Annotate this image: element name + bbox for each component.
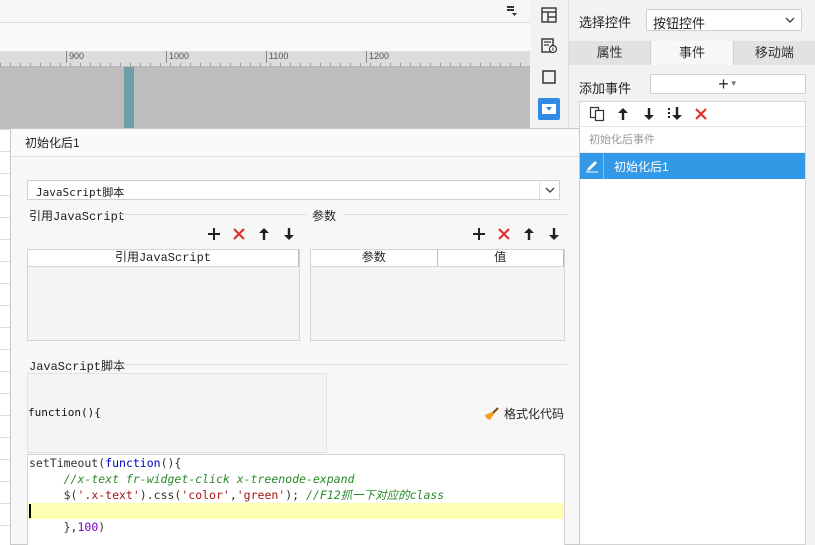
chevron-down-icon: [539, 181, 559, 199]
ref-js-table: 引用JavaScript: [27, 249, 300, 341]
event-editor-dialog: 初始化后1 JavaScript脚本 引用JavaScript 引用JavaSc…: [10, 128, 580, 545]
ruler-tick-label: 1200: [366, 51, 389, 63]
script-type-select[interactable]: JavaScript脚本: [27, 180, 560, 200]
arrow-up-icon: [524, 228, 534, 240]
ref-js-up-button[interactable]: [255, 225, 273, 243]
add-event-label: 添加事件: [579, 81, 632, 96]
panel-tabs: 属性 事件 移动端: [569, 41, 815, 65]
add-ref-js-button[interactable]: [205, 225, 223, 243]
vertical-toolbar: [530, 0, 568, 130]
tab-properties[interactable]: 属性: [569, 41, 652, 65]
broom-icon: [485, 406, 499, 420]
delete-button[interactable]: [690, 103, 712, 125]
script-type-value: JavaScript脚本: [36, 186, 125, 199]
layout-button[interactable]: [538, 4, 560, 26]
value-column-header[interactable]: 值: [438, 250, 564, 266]
ref-js-section-title: 引用JavaScript: [29, 210, 126, 224]
divider: [343, 214, 567, 215]
arrow-up-icon: [259, 228, 269, 240]
widget-select-value: 按钮控件: [653, 16, 706, 31]
ref-js-table-header: 引用JavaScript: [28, 250, 299, 267]
dropdown-widget-button[interactable]: [538, 98, 560, 120]
arrow-down-icon: [284, 228, 294, 240]
menu-arrow-icon[interactable]: [506, 5, 518, 17]
param-down-button[interactable]: [545, 225, 563, 243]
move-up-button[interactable]: [612, 103, 634, 125]
chevron-down-icon: [779, 10, 801, 30]
tab-mobile[interactable]: 移动端: [734, 41, 815, 65]
add-event-button[interactable]: + ▼: [650, 74, 806, 94]
widget-select-row: 选择控件 按钮控件: [569, 0, 815, 40]
delete-icon: [233, 228, 245, 240]
caret-down-icon: ▼: [729, 79, 738, 88]
ruler-tick-label: 900: [66, 51, 84, 63]
frame-button[interactable]: [538, 66, 560, 88]
event-group-header: 初始化后事件: [580, 127, 805, 153]
arrow-down-icon: [644, 108, 654, 120]
function-signature: function(){: [28, 406, 101, 419]
widget-info-button[interactable]: [538, 35, 560, 57]
arrow-up-icon: [618, 108, 628, 120]
move-bottom-button[interactable]: [664, 103, 686, 125]
code-line: $('.x-text').css('color','green'); //F12…: [63, 488, 445, 502]
layout-icon: [541, 7, 557, 23]
code-line: },100): [63, 520, 106, 534]
move-bottom-icon: [668, 107, 682, 120]
code-line: //x-text fr-widget-click x-treenode-expa…: [63, 472, 355, 486]
event-list-item[interactable]: 初始化后1: [580, 153, 805, 179]
frame-icon: [542, 70, 556, 84]
param-up-button[interactable]: [520, 225, 538, 243]
ruler-tick-label: 1100: [266, 51, 288, 63]
code-line: setTimeout(function(){: [29, 456, 182, 470]
text-caret: [29, 504, 31, 518]
delete-icon: [498, 228, 510, 240]
delete-icon: [695, 108, 707, 120]
design-canvas[interactable]: [0, 67, 530, 129]
param-column-header[interactable]: 参数: [311, 250, 438, 266]
right-panel: 选择控件 按钮控件 属性 事件 移动端 添加事件 + ▼ 初始化后事件 初始化后…: [568, 0, 815, 545]
params-table-header: 参数 值: [311, 250, 564, 267]
plus-icon: [208, 228, 220, 240]
code-line-current: [28, 503, 564, 519]
event-item-label: 初始化后1: [614, 159, 669, 174]
widget-select-label: 选择控件: [579, 15, 632, 30]
params-table: 参数 值: [310, 249, 565, 341]
js-section-title: JavaScript脚本: [29, 360, 126, 374]
widget-select[interactable]: 按钮控件: [646, 9, 802, 31]
dialog-title: 初始化后1: [11, 129, 579, 157]
delete-param-button[interactable]: [495, 225, 513, 243]
plus-icon: [473, 228, 485, 240]
widget-info-icon: [541, 38, 557, 54]
move-down-button[interactable]: [638, 103, 660, 125]
arrow-down-icon: [549, 228, 559, 240]
copy-icon: [589, 106, 605, 122]
ref-js-column-header[interactable]: 引用JavaScript: [28, 250, 299, 266]
format-code-label: 格式化代码: [504, 407, 565, 421]
divider: [117, 214, 307, 215]
canvas-area: [0, 23, 530, 51]
horizontal-ruler: 900 1000 1100 1200: [0, 51, 530, 67]
ref-js-down-button[interactable]: [280, 225, 298, 243]
top-toolbar: [0, 0, 530, 23]
ruler-tick-label: 1000: [166, 51, 189, 63]
ref-js-toolbar: [205, 225, 298, 243]
divider: [117, 364, 567, 365]
dropdown-icon: [542, 104, 556, 114]
event-list-toolbar: [580, 102, 805, 127]
format-code-button[interactable]: 格式化代码: [484, 405, 564, 422]
params-toolbar: [470, 225, 563, 243]
params-section-title: 参数: [312, 210, 337, 224]
add-event-row: 添加事件 + ▼: [569, 72, 815, 98]
event-list: 初始化后事件 初始化后1: [579, 101, 806, 545]
edit-icon: [580, 153, 604, 179]
code-editor[interactable]: setTimeout(function(){ //x-text fr-widge…: [27, 454, 565, 545]
add-event-plus: +: [718, 74, 729, 94]
canvas-guide-column: [124, 67, 134, 129]
copy-button[interactable]: [586, 103, 608, 125]
add-param-button[interactable]: [470, 225, 488, 243]
tab-events[interactable]: 事件: [651, 41, 734, 65]
delete-ref-js-button[interactable]: [230, 225, 248, 243]
